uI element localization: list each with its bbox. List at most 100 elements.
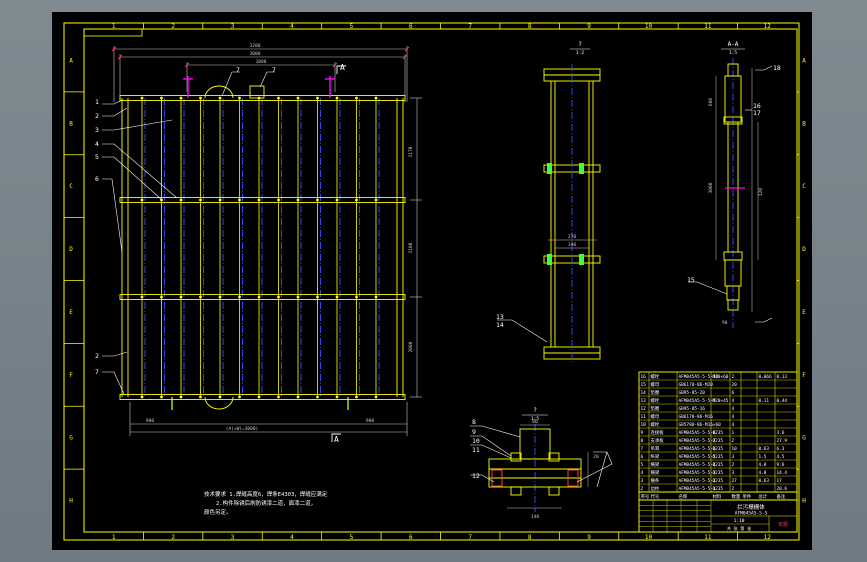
detail-dim-text-2: 140 — [531, 514, 539, 520]
border-row-label-right: H — [802, 498, 806, 505]
bom-cell: 10 — [732, 446, 738, 452]
front-joint — [140, 395, 144, 399]
front-joint — [296, 96, 300, 100]
sec-leader-2 — [755, 317, 773, 323]
border-col-label-bottom: 8 — [528, 534, 532, 541]
border-row-label-right: G — [802, 435, 806, 442]
bom-cell: 4 — [641, 470, 644, 476]
detail-labels: 8 9 10 11 12 — [472, 418, 480, 480]
green-plate — [579, 254, 584, 265]
sec-dim-text-3: 120 — [758, 188, 764, 196]
sec-labels: 15 16 17 18 — [687, 64, 781, 284]
bom-cell: 15 — [641, 382, 647, 388]
front-joint — [199, 395, 202, 399]
bom-cell: AFM045A5-5-5-8 — [679, 430, 716, 436]
bom-cell: Q235 — [713, 478, 724, 484]
part-label-14: 14 — [496, 321, 504, 329]
dim-text-right-3: 2000 — [408, 341, 414, 352]
bom-cell: 栅条 — [651, 477, 660, 484]
sheet-info: 共 张 第 张 — [727, 525, 752, 532]
bom-cell: M20×45 — [713, 398, 729, 404]
note-line-2: 2.构件除锈后刷防锈漆二道，面漆二道， — [216, 499, 316, 507]
bom-header-cell: 备注 — [777, 493, 786, 500]
bom-cell: 螺栓 — [651, 373, 660, 380]
bom-cell: 9.6 — [777, 462, 785, 468]
part-label-6: 6 — [95, 175, 99, 183]
drawing-sheet[interactable]: 1 1 2 2 3 3 4 4 5 5 6 6 7 7 8 8 9 9 10 10 11 11 12 12 A A B B C C D D E E… — [52, 12, 812, 550]
dim-text-bottom-1: 900 — [146, 418, 154, 424]
border-col-label-top: 3 — [231, 23, 235, 30]
side-dim-text-2: 190 — [568, 242, 576, 248]
bom-cell: GB5780-86-M16×60 — [679, 422, 722, 428]
drawing-title: 拦污栅栅体 — [737, 503, 765, 511]
bom-cell: 10 — [641, 422, 647, 428]
border-row-label-left: C — [69, 183, 73, 190]
cad-drawing[interactable]: 112233445566778899101011111212A AB BC CD DE E… — [52, 12, 812, 550]
front-feet — [171, 397, 349, 410]
cad-viewport[interactable]: 1 1 2 2 3 3 4 4 5 5 6 6 7 7 8 8 9 9 10 10 11 11 12 12 A A B B C C D D E E… — [0, 0, 867, 562]
section-label-top: A — [340, 63, 345, 72]
front-joint — [199, 295, 202, 299]
bom-cell: 0.066 — [759, 374, 773, 380]
front-joint — [316, 96, 319, 100]
bom-cell: 4.8 — [759, 462, 767, 468]
border-row-label-left: A — [69, 57, 73, 64]
bom-cell: 11 — [641, 414, 647, 420]
bom-cell: AFM045A5-5-5-9 — [679, 398, 716, 404]
bom-cell: 2 — [732, 486, 735, 492]
border-col-label-top: 11 — [704, 23, 712, 30]
bom-cell: 4 — [732, 398, 735, 404]
front-joint — [238, 198, 241, 202]
section-view: A-A 1:5 600 3000 120 90 15 16 17 18 — [687, 41, 781, 328]
front-joint — [316, 295, 319, 299]
bom-cell: 0.63 — [759, 446, 770, 452]
detail-title-text: ? — [533, 407, 537, 414]
front-joint — [179, 295, 183, 299]
front-joint — [277, 198, 280, 202]
bom-cell: 5 — [641, 462, 644, 468]
bom-cell: 横梁 — [651, 461, 660, 468]
bom-cell: 20 — [732, 382, 738, 388]
note-line-1: 技术要求 1.焊缝高度6，焊条E4303，焊缝应满足 — [204, 490, 328, 498]
bom-cell: 3.6 — [777, 430, 785, 436]
detail-dim-texts: 80 140 20 — [531, 419, 599, 520]
side-view-title: ? 1:2 — [576, 41, 584, 56]
bom-cell: 边柱 — [651, 485, 660, 492]
arch-bottom — [204, 396, 234, 410]
bom-cell: AFM045A5-5-5-2 — [679, 478, 716, 484]
bom-header-cell: 名称 — [679, 493, 688, 500]
border-row-label-left: E — [69, 309, 73, 316]
bom-cell: 0.63 — [759, 478, 770, 484]
front-joint — [335, 395, 339, 399]
bom-cell: 螺母 — [651, 413, 660, 420]
leader-7 — [102, 351, 128, 357]
front-joint — [257, 295, 261, 299]
bom-cell: Q235 — [713, 438, 724, 444]
border-col-label-top: 4 — [290, 23, 294, 30]
bom-cell: GB6170-86-M20 — [679, 382, 714, 388]
leader-6 — [102, 178, 123, 253]
corner-title-box — [83, 28, 143, 37]
part-label-10: 10 — [472, 437, 480, 445]
front-centerlines — [144, 98, 380, 397]
sec-dim-text-2: 3000 — [708, 182, 714, 193]
part-label-3: 3 — [95, 126, 99, 134]
section-scale: 1:5 — [729, 50, 737, 56]
bom-cell: AFM045A5-5-5-3 — [679, 470, 716, 476]
bom-cell: 7 — [641, 446, 644, 452]
side-labels: 13 14 — [496, 313, 504, 329]
part-label-17: 17 — [753, 109, 761, 117]
bom-cell: 2 — [732, 374, 735, 380]
front-joint — [335, 295, 339, 299]
front-joint — [257, 198, 261, 202]
bom-cell: AFM045A5-5-5-7 — [679, 438, 716, 444]
dim-text-top-1: 3280 — [250, 43, 261, 49]
section-title: A-A 1:5 — [728, 41, 739, 56]
note-line-3: 颜色另定。 — [204, 508, 232, 516]
bom-cell: 螺母 — [651, 381, 660, 388]
sec-dim-text-1: 600 — [708, 98, 714, 106]
bom-cell: Q235 — [713, 454, 724, 460]
bom-cell: 连接板 — [651, 429, 665, 436]
bom-cell: 12 — [641, 406, 647, 412]
bill-of-materials: 16 螺栓 AFM045A5-5-5-10M20×60 2 0.066 0.1315 螺母 G… — [638, 371, 798, 501]
